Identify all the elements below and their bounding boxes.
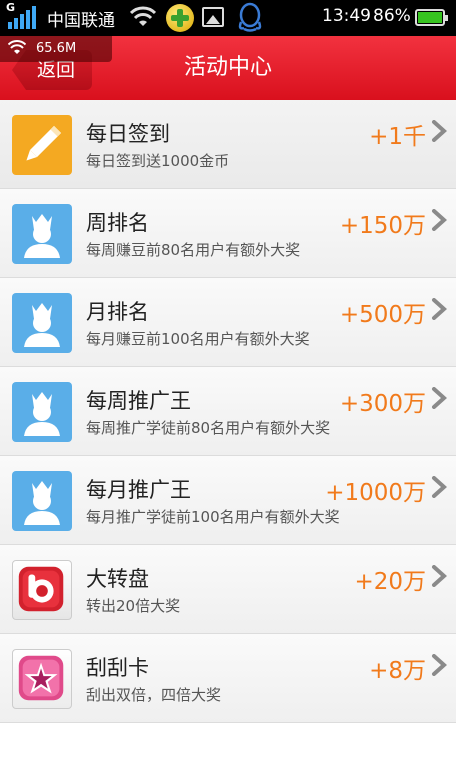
network-speed: 65.6M [36, 41, 77, 56]
activity-reward: +150万 [339, 213, 426, 239]
activity-desc: 每月推广学徒前100名用户有额外大奖 [86, 508, 340, 526]
activity-item-daily-checkin[interactable]: 每日签到 每日签到送1000金币 +1千 [0, 100, 456, 189]
activity-item-scratch-card[interactable]: 刮刮卡 刮出双倍，四倍大奖 +8万 [0, 634, 456, 723]
activity-item-weekly-promoter[interactable]: 每周推广王 每周推广学徒前80名用户有额外大奖 +300万 [0, 367, 456, 456]
user-crown-icon [12, 293, 72, 353]
app-notification-icon [166, 4, 194, 32]
activity-title: 大转盘 [86, 567, 149, 591]
activity-reward: +1千 [369, 124, 426, 150]
activity-reward: +500万 [339, 302, 426, 328]
wheel-icon [12, 560, 72, 620]
activity-item-monthly-promoter[interactable]: 每月推广王 每月推广学徒前100名用户有额外大奖 +1000万 [0, 456, 456, 545]
battery-icon [415, 9, 448, 26]
chevron-right-icon [432, 387, 447, 409]
activity-title: 刮刮卡 [86, 656, 149, 680]
activity-desc: 每周推广学徒前80名用户有额外大奖 [86, 419, 331, 437]
activity-desc: 每周赚豆前80名用户有额外大奖 [86, 241, 301, 259]
carrier-name: 中国联通 [47, 11, 115, 31]
activity-item-weekly-rank[interactable]: 周排名 每周赚豆前80名用户有额外大奖 +150万 [0, 189, 456, 278]
activity-title: 每日签到 [86, 122, 170, 146]
chevron-right-icon [432, 654, 447, 676]
star-card-icon [12, 649, 72, 709]
activity-desc: 每月赚豆前100名用户有额外大奖 [86, 330, 310, 348]
activity-item-monthly-rank[interactable]: 月排名 每月赚豆前100名用户有额外大奖 +500万 [0, 278, 456, 367]
user-crown-icon [12, 204, 72, 264]
activity-reward: +1000万 [325, 480, 426, 506]
activity-list: 每日签到 每日签到送1000金币 +1千 周排名 每周赚豆前80名用户有额外大奖… [0, 100, 456, 723]
pencil-icon [12, 115, 72, 175]
chevron-right-icon [432, 476, 447, 498]
chevron-right-icon [432, 298, 447, 320]
activity-title: 每周推广王 [86, 389, 191, 413]
battery-percent: 86% [373, 6, 411, 26]
signal-strength-icon [8, 6, 36, 29]
status-bar: G 中国联通 13:49 86% [0, 0, 456, 36]
network-speed-overlay: 65.6M [0, 36, 112, 62]
activity-reward: +20万 [354, 569, 426, 595]
activity-reward: +300万 [339, 391, 426, 417]
activity-reward: +8万 [369, 658, 426, 684]
chevron-right-icon [432, 209, 447, 231]
gallery-icon [202, 7, 224, 27]
clock: 13:49 [322, 6, 371, 26]
wifi-icon [130, 6, 156, 26]
qq-icon [238, 2, 262, 32]
activity-title: 每月推广王 [86, 478, 191, 502]
activity-title: 月排名 [86, 300, 149, 324]
activity-desc: 转出20倍大奖 [86, 597, 181, 615]
activity-item-lucky-wheel[interactable]: 大转盘 转出20倍大奖 +20万 [0, 545, 456, 634]
user-crown-icon [12, 471, 72, 531]
chevron-right-icon [432, 565, 447, 587]
wifi-icon [8, 40, 26, 54]
chevron-right-icon [432, 120, 447, 142]
activity-title: 周排名 [86, 211, 149, 235]
activity-desc: 刮出双倍，四倍大奖 [86, 686, 222, 704]
user-crown-icon [12, 382, 72, 442]
activity-desc: 每日签到送1000金币 [86, 152, 230, 170]
